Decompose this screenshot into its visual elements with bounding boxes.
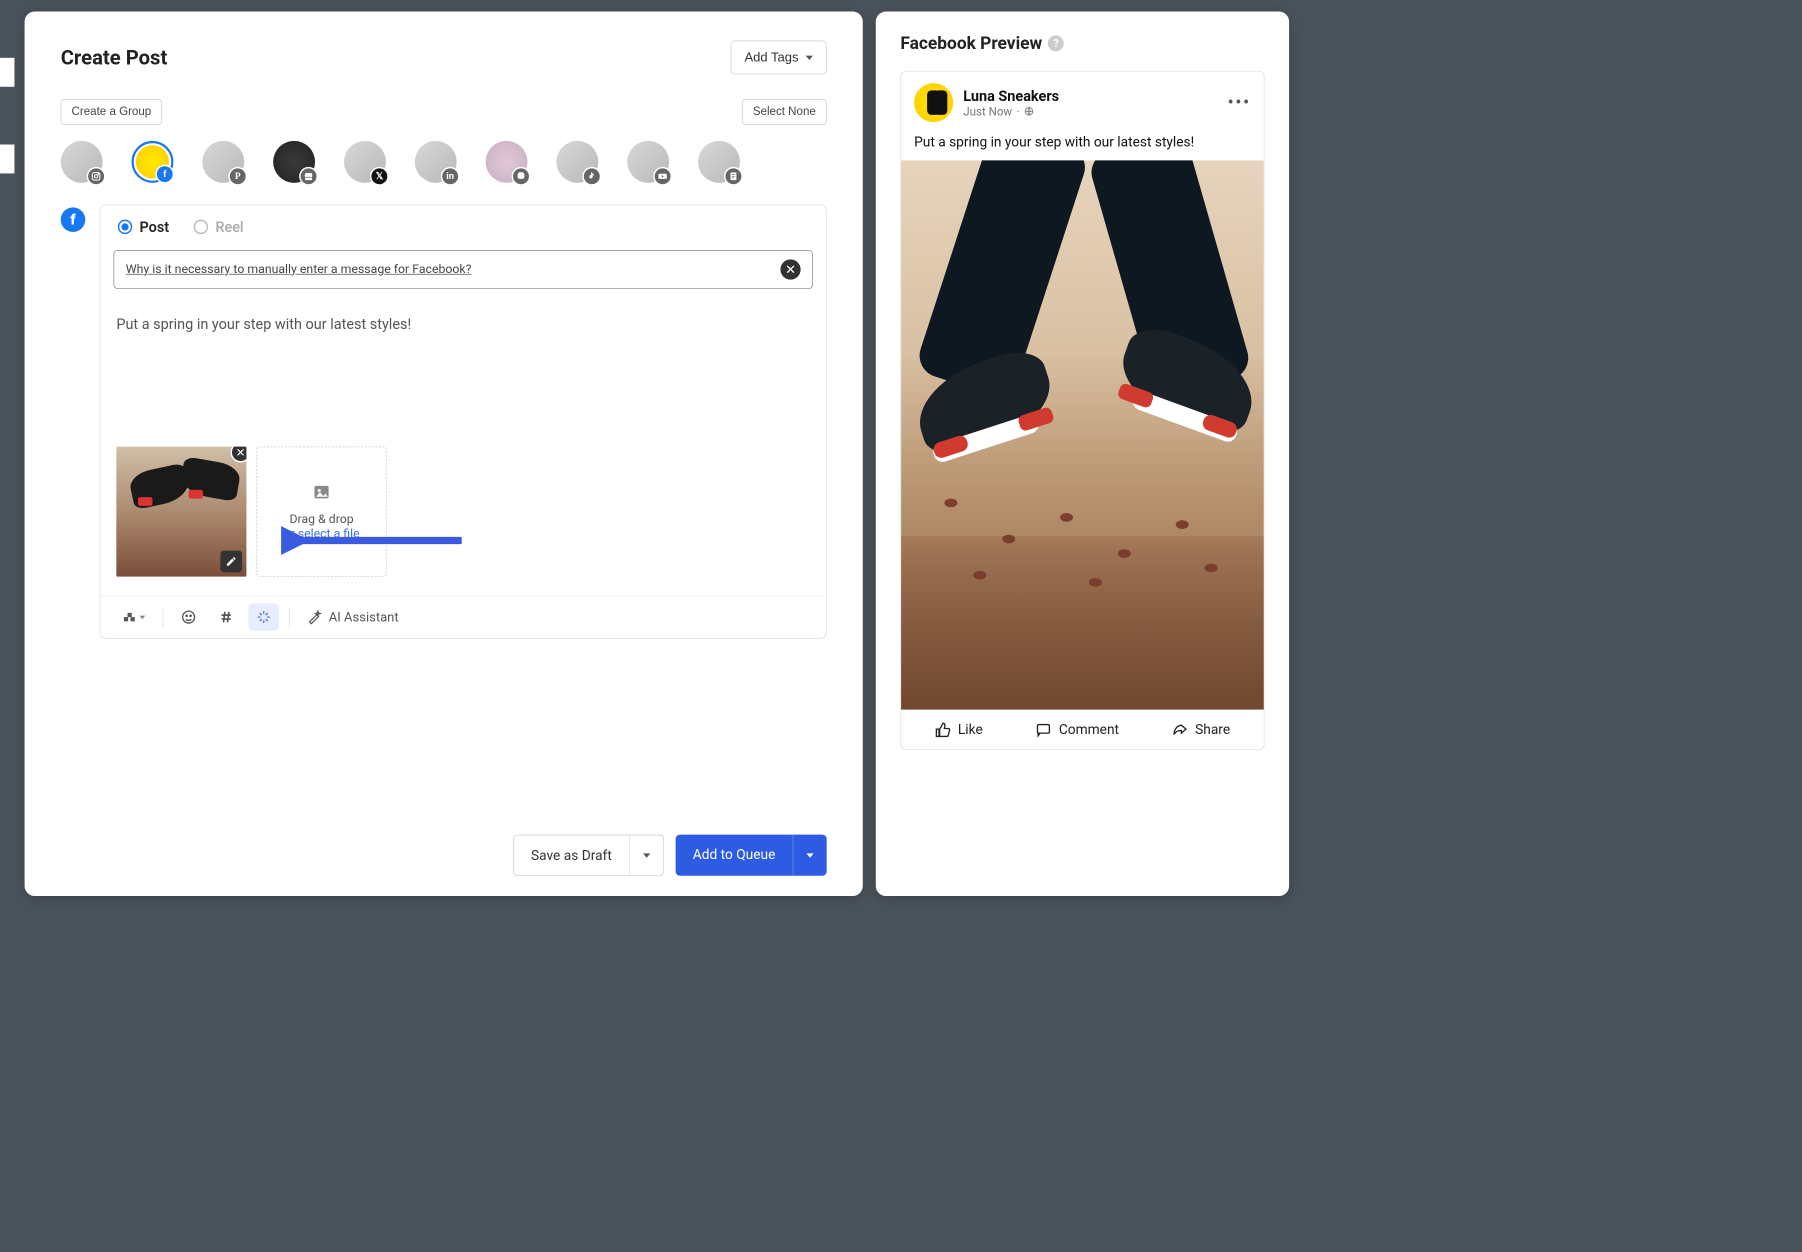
more-icon[interactable]: ••• [1227, 92, 1250, 114]
create-group-button[interactable]: Create a Group [61, 99, 162, 125]
info-banner-link[interactable]: Why is it necessary to manually enter a … [126, 262, 472, 276]
info-banner: Why is it necessary to manually enter a … [113, 250, 812, 289]
like-icon [935, 722, 951, 738]
add-to-queue-dropdown[interactable] [793, 835, 826, 876]
page-title: Create Post [61, 46, 168, 70]
x-icon: 𝕏 [370, 167, 389, 186]
composer-row: f Post Reel Why is it necessary to manua… [61, 204, 827, 638]
preview-meta: Just Now · [963, 104, 1059, 118]
post-type-reel[interactable]: Reel [194, 218, 244, 235]
globe-icon [1024, 106, 1034, 116]
comment-icon [1036, 722, 1052, 738]
modal-header: Create Post Add Tags [61, 40, 827, 74]
select-file-link[interactable]: select a file [298, 526, 360, 540]
select-none-button[interactable]: Select None [742, 99, 827, 125]
linkedin-icon: in [441, 167, 460, 186]
add-to-queue-button[interactable]: Add to Queue [675, 835, 826, 876]
tiktok-icon [582, 167, 601, 186]
media-attachments: ✕ Drag & drop or select a file [100, 447, 825, 596]
ai-assistant-label: AI Assistant [329, 610, 399, 625]
like-button[interactable]: Like [935, 721, 983, 738]
save-draft-label: Save as Draft [514, 835, 630, 875]
account-instagram[interactable] [61, 141, 103, 183]
media-library-button[interactable] [115, 604, 153, 630]
account-linkedin[interactable]: in [415, 141, 457, 183]
chevron-down-icon [806, 55, 813, 59]
accounts-selector: f P 𝕏 in [61, 141, 827, 183]
separator [289, 607, 290, 627]
remove-image-icon[interactable]: ✕ [231, 447, 247, 463]
youtube-icon [653, 167, 672, 186]
save-draft-button[interactable]: Save as Draft [513, 835, 664, 876]
account-tiktok[interactable] [556, 141, 598, 183]
post-type-post-label: Post [139, 218, 169, 235]
account-pinterest[interactable]: P [202, 141, 244, 183]
preview-title: Facebook Preview ? [900, 33, 1264, 53]
chevron-down-icon [643, 853, 650, 857]
account-x[interactable]: 𝕏 [344, 141, 386, 183]
group-controls-row: Create a Group Select None [61, 99, 827, 125]
storefront-icon [299, 167, 318, 186]
composer-card: Post Reel Why is it necessary to manuall… [100, 204, 827, 638]
dropzone-text-2: or select a file [283, 526, 359, 540]
modal-footer: Save as Draft Add to Queue [513, 835, 827, 876]
ai-assistant-button[interactable]: AI Assistant [300, 605, 406, 629]
composer-toolbar: AI Assistant [100, 595, 825, 638]
facebook-icon: f [155, 165, 174, 184]
account-mastodon[interactable] [486, 141, 528, 183]
mastodon-icon [512, 167, 531, 186]
magic-button[interactable] [249, 603, 279, 630]
media-dropzone[interactable]: Drag & drop or select a file [257, 447, 387, 577]
add-to-queue-label: Add to Queue [675, 835, 792, 876]
facebook-preview-card: Luna Sneakers Just Now · ••• Put a sprin… [900, 71, 1264, 750]
pinterest-icon: P [228, 167, 247, 186]
comment-button[interactable]: Comment [1036, 721, 1119, 738]
account-youtube[interactable] [627, 141, 669, 183]
preview-actions: Like Comment Share [901, 710, 1264, 750]
post-type-reel-label: Reel [215, 218, 243, 235]
add-tags-label: Add Tags [744, 50, 798, 65]
instagram-icon [87, 167, 106, 186]
attached-image-thumb[interactable]: ✕ [116, 447, 246, 577]
hashtag-button[interactable] [211, 603, 241, 630]
preview-message: Put a spring in your step with our lates… [901, 134, 1264, 161]
preview-account-name: Luna Sneakers [963, 87, 1059, 104]
emoji-button[interactable] [173, 603, 203, 630]
share-icon [1172, 722, 1188, 738]
save-draft-dropdown[interactable] [630, 835, 663, 875]
account-blog[interactable] [698, 141, 740, 183]
preview-panel: Facebook Preview ? Luna Sneakers Just No… [876, 12, 1289, 896]
dropzone-text-1: Drag & drop [289, 512, 353, 526]
message-textarea[interactable]: Put a spring in your step with our lates… [100, 302, 825, 447]
preview-image [901, 160, 1264, 709]
chevron-down-icon [806, 853, 813, 857]
account-facebook[interactable]: f [132, 141, 174, 183]
facebook-channel-icon: f [61, 207, 86, 232]
create-post-modal: Create Post Add Tags Create a Group Sele… [25, 12, 863, 896]
add-tags-button[interactable]: Add Tags [731, 40, 827, 74]
wand-icon [307, 610, 321, 624]
post-type-post[interactable]: Post [118, 218, 169, 235]
image-icon [311, 482, 333, 506]
account-gmb[interactable] [273, 141, 315, 183]
avatar [914, 83, 953, 122]
post-type-tabs: Post Reel [100, 205, 825, 245]
close-icon[interactable]: ✕ [780, 259, 800, 279]
help-icon[interactable]: ? [1048, 35, 1064, 51]
separator [163, 607, 164, 627]
share-button[interactable]: Share [1172, 721, 1230, 738]
edit-image-icon[interactable] [220, 551, 242, 573]
preview-header: Luna Sneakers Just Now · ••• [901, 72, 1264, 134]
document-icon [724, 167, 743, 186]
